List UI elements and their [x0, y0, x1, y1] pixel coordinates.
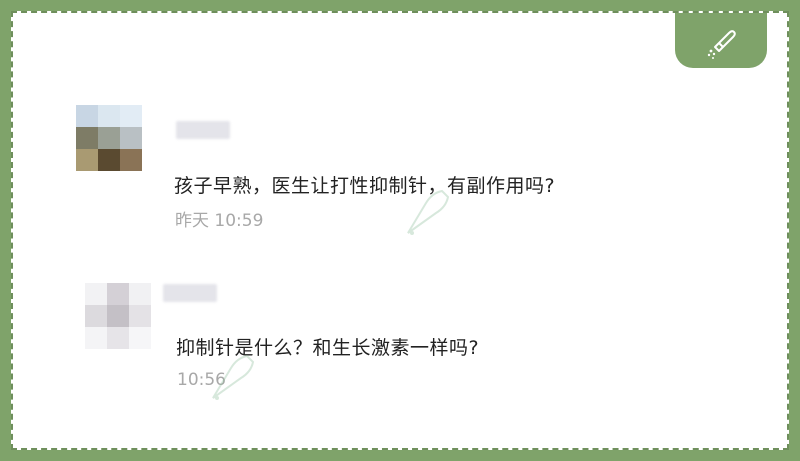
- leaf-pen-icon: [707, 29, 736, 59]
- frame: 孩子早熟，医生让打性抑制针，有副作用吗? 昨天 10:59 抑制针是什么？和生长…: [0, 0, 800, 461]
- chat-card: 孩子早熟，医生让打性抑制针，有副作用吗? 昨天 10:59 抑制针是什么？和生长…: [11, 11, 789, 450]
- message-time: 昨天 10:59: [175, 211, 264, 231]
- corner-tab: [675, 13, 767, 68]
- username-blurred: [176, 121, 230, 139]
- avatar: [85, 283, 151, 349]
- message-text: 孩子早熟，医生让打性抑制针，有副作用吗?: [174, 175, 556, 197]
- watermark-logo-icon: [212, 354, 255, 400]
- avatar: [76, 105, 142, 171]
- watermark-logo-icon: [407, 189, 450, 235]
- username-blurred: [163, 284, 217, 302]
